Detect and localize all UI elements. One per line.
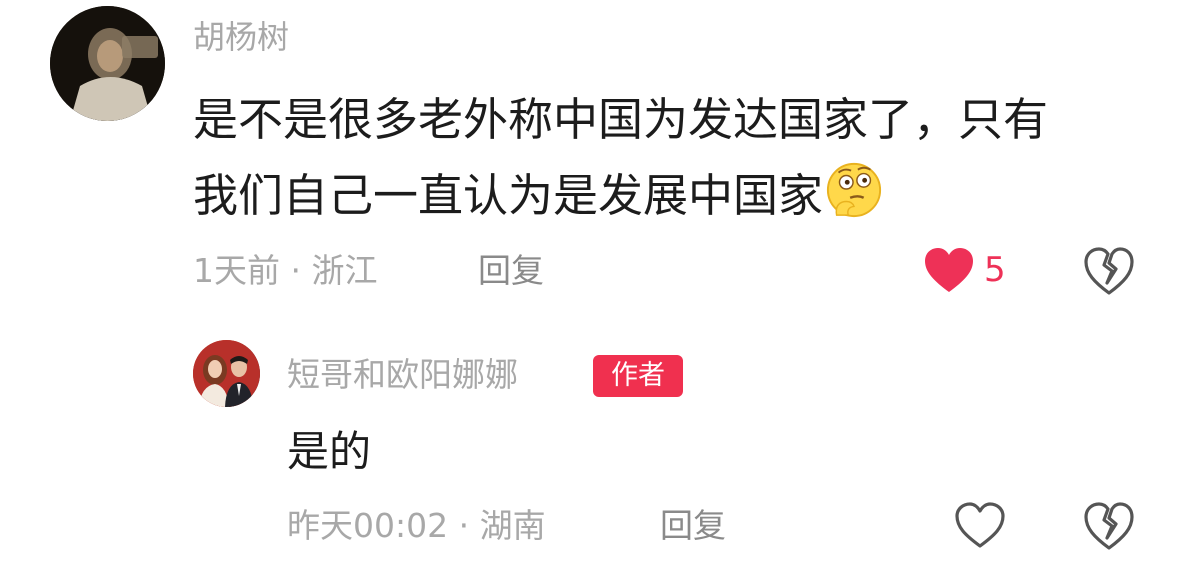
reply-meta: 昨天00:02 · 湖南 xyxy=(287,506,546,545)
comment-text-line-2: 我们自己一直认为是发展中国家 xyxy=(193,169,824,222)
like-count: 5 xyxy=(984,250,1006,290)
reply-text: 是的 xyxy=(287,427,372,476)
reply-avatar[interactable] xyxy=(193,340,260,407)
comment-thread: 胡杨树 是不是很多老外称中国为发达国家了，只有 我们自己一直认为是发展中国家 1… xyxy=(0,0,1196,585)
heart-outline-icon[interactable] xyxy=(953,500,1007,550)
comment-meta: 1天前 · 浙江 xyxy=(193,251,378,290)
broken-heart-icon[interactable] xyxy=(1082,245,1136,297)
comment-text: 是不是很多老外称中国为发达国家了，只有 我们自己一直认为是发展中国家 xyxy=(193,82,1133,234)
comment-text-line-1: 是不是很多老外称中国为发达国家了，只有 xyxy=(193,93,1049,146)
reply-reply-button[interactable]: 回复 xyxy=(660,503,726,549)
couple-avatar-image xyxy=(193,340,260,407)
reply-button[interactable]: 回复 xyxy=(478,248,544,294)
broken-heart-icon[interactable] xyxy=(1082,500,1136,552)
reply-username[interactable]: 短哥和欧阳娜娜 xyxy=(287,352,518,398)
thinking-face-icon xyxy=(826,162,882,218)
avatar[interactable] xyxy=(50,6,165,121)
heart-filled-icon[interactable] xyxy=(922,245,976,295)
astronaut-avatar-image xyxy=(50,6,165,121)
comment-username[interactable]: 胡杨树 xyxy=(193,15,289,59)
author-badge: 作者 xyxy=(593,355,683,397)
